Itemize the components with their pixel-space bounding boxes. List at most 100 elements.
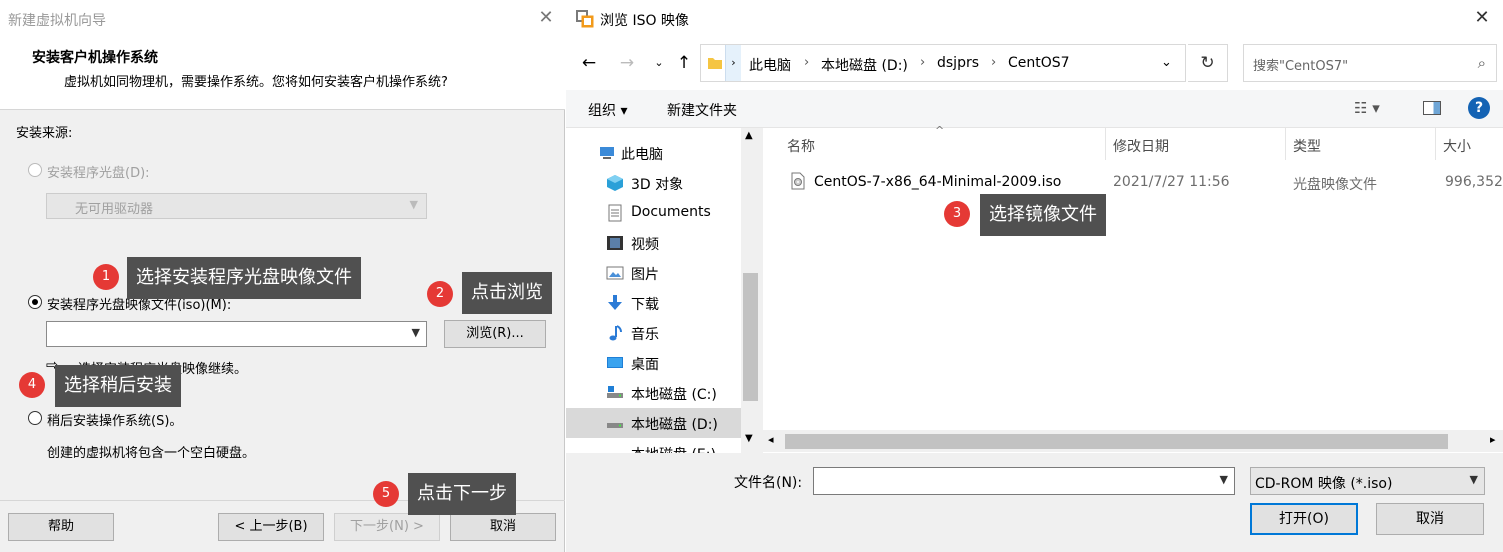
column-header-size[interactable]: 大小 (1443, 136, 1471, 156)
navigation-scrollbar[interactable]: ▲ ▼ (741, 128, 760, 453)
next-button[interactable]: 下一步(N) > (334, 513, 440, 541)
annotation-callout: 点击浏览 (462, 272, 552, 314)
page-description: 虚拟机如同物理机，需要操作系统。您将如何安装客户机操作系统? (64, 75, 448, 90)
step-badge: 4 (19, 372, 45, 398)
nav-item-label: 3D 对象 (631, 177, 684, 193)
nav-item-pictures[interactable]: 图片 (566, 258, 741, 288)
new-folder-button[interactable]: 新建文件夹 (667, 100, 737, 120)
preview-pane-icon[interactable] (1423, 101, 1441, 115)
breadcrumb-item[interactable]: 本地磁盘 (D:) (821, 55, 908, 75)
help-icon[interactable]: ? (1468, 97, 1490, 119)
address-bar[interactable]: › 此电脑 › 本地磁盘 (D:) › dsjprs › CentOS7 ⌄ (700, 44, 1186, 82)
scrollbar-thumb[interactable] (743, 273, 758, 401)
iso-path-combobox[interactable]: ▼ (46, 321, 427, 347)
annotation-callout: 选择镜像文件 (980, 194, 1106, 236)
up-arrow-icon[interactable]: ↑ (673, 52, 695, 74)
chevron-right-icon[interactable]: › (804, 55, 809, 70)
cancel-button[interactable]: 取消 (1376, 503, 1484, 535)
help-button[interactable]: 帮助 (8, 513, 114, 541)
chevron-right-icon[interactable]: › (920, 55, 925, 70)
nav-item-label: 本地磁盘 (C:) (631, 387, 717, 403)
sort-ascending-icon: ^ (935, 124, 945, 137)
nav-item-drive-c[interactable]: 本地磁盘 (C:) (566, 378, 741, 408)
nav-item-this-pc[interactable]: 此电脑 (566, 138, 741, 168)
filename-input[interactable]: ▼ (813, 467, 1235, 495)
chevron-down-icon[interactable]: ⌄ (1161, 55, 1172, 70)
install-later-label: 稍后安装操作系统(S)。 (47, 414, 183, 429)
back-button[interactable]: < 上一步(B) (218, 513, 324, 541)
scroll-up-icon[interactable]: ▲ (745, 130, 753, 141)
install-later-radio[interactable] (28, 411, 42, 425)
open-button[interactable]: 打开(O) (1250, 503, 1358, 535)
browse-iso-dialog: 浏览 ISO 映像 ✕ ← → ⌄ ↑ › 此电脑 › 本地磁盘 (D:) › … (566, 0, 1503, 552)
picture-icon (606, 266, 624, 280)
view-options-icon[interactable]: ☷ ▾ (1354, 99, 1380, 117)
navigation-bar: ← → ⌄ ↑ › 此电脑 › 本地磁盘 (D:) › dsjprs › Cen… (566, 38, 1503, 90)
chevron-right-icon[interactable]: › (991, 55, 996, 70)
file-modified: 2021/7/27 11:56 (1113, 174, 1230, 190)
drive-select[interactable]: 无可用驱动器 ▼ (46, 193, 427, 219)
chevron-right-icon[interactable]: › (725, 45, 741, 81)
nav-item-label: Documents (631, 204, 711, 220)
column-separator[interactable] (1285, 128, 1286, 160)
breadcrumb-item[interactable]: 此电脑 (749, 55, 791, 75)
horizontal-scrollbar[interactable]: ◂ ▸ (763, 430, 1503, 452)
filetype-select[interactable]: CD-ROM 映像 (*.iso) ▼ (1250, 467, 1485, 495)
nav-item-label: 下载 (631, 297, 659, 313)
drive-icon (607, 423, 623, 428)
breadcrumb-item[interactable]: CentOS7 (1008, 55, 1070, 71)
nav-item-drive-d[interactable]: 本地磁盘 (D:) (566, 408, 741, 438)
nav-item-label: 本地磁盘 (E:) (631, 444, 716, 453)
nav-item-label: 此电脑 (621, 147, 663, 163)
wizard-title: 新建虚拟机向导 (8, 13, 106, 29)
drive-select-value: 无可用驱动器 (75, 202, 154, 217)
disc-option-label: 安装程序光盘(D): (47, 166, 150, 181)
column-separator[interactable] (1435, 128, 1436, 160)
drive-icon (606, 444, 624, 453)
cancel-button[interactable]: 取消 (450, 513, 556, 541)
iso-radio[interactable] (28, 295, 42, 309)
toolbar: 组织 ▾ 新建文件夹 ☷ ▾ ? (566, 90, 1503, 128)
column-header-modified[interactable]: 修改日期 (1113, 136, 1169, 156)
nav-item-downloads[interactable]: 下载 (566, 288, 741, 318)
step-badge: 3 (944, 201, 970, 227)
nav-item-documents[interactable]: Documents (566, 198, 741, 228)
navigation-pane: 此电脑 3D 对象 Documents 视频 图片 下载 音乐 桌面 本地磁盘 … (566, 128, 760, 453)
close-icon[interactable]: ✕ (1472, 8, 1492, 28)
nav-item-videos[interactable]: 视频 (566, 228, 741, 258)
nav-item-desktop[interactable]: 桌面 (566, 348, 741, 378)
annotation-callout: 选择安装程序光盘映像文件 (127, 257, 361, 299)
column-separator[interactable] (1105, 128, 1106, 160)
nav-item-label: 本地磁盘 (D:) (631, 417, 718, 433)
close-icon[interactable]: ✕ (536, 8, 556, 28)
table-row[interactable]: CentOS-7-x86_64-Minimal-2009.iso 2021/7/… (763, 168, 1503, 196)
scrollbar-thumb[interactable] (785, 434, 1448, 449)
install-source-label: 安装来源: (16, 126, 73, 141)
nav-item-label: 桌面 (631, 357, 659, 373)
refresh-button[interactable]: ↻ (1188, 44, 1228, 82)
filetype-value: CD-ROM 映像 (*.iso) (1255, 476, 1393, 492)
drive-icon (607, 386, 623, 398)
page-title: 安装客户机操作系统 (32, 50, 158, 66)
organize-menu[interactable]: 组织 ▾ (588, 100, 627, 120)
scroll-down-icon[interactable]: ▼ (745, 433, 753, 444)
nav-item-drive-e[interactable]: 本地磁盘 (E:) (566, 438, 741, 453)
nav-item-label: 音乐 (631, 327, 659, 343)
search-input[interactable]: 搜索"CentOS7" ⌕ (1243, 44, 1497, 82)
breadcrumb-item[interactable]: dsjprs (937, 55, 979, 71)
nav-item-music[interactable]: 音乐 (566, 318, 741, 348)
browse-button[interactable]: 浏览(R)... (444, 320, 546, 348)
back-arrow-icon[interactable]: ← (578, 52, 600, 74)
column-header-name[interactable]: 名称 (787, 136, 815, 156)
nav-item-3d-objects[interactable]: 3D 对象 (566, 168, 741, 198)
scroll-left-icon[interactable]: ◂ (768, 433, 774, 446)
forward-arrow-icon[interactable]: → (616, 52, 638, 74)
file-size: 996,352 (1445, 174, 1503, 190)
scroll-right-icon[interactable]: ▸ (1490, 433, 1496, 446)
step-badge: 5 (373, 481, 399, 507)
recent-chevron-icon[interactable]: ⌄ (648, 52, 670, 74)
search-placeholder: 搜索"CentOS7" (1253, 59, 1349, 74)
column-header-type[interactable]: 类型 (1293, 136, 1321, 156)
disc-radio[interactable] (28, 163, 42, 177)
chevron-down-icon: ▼ (411, 326, 420, 339)
